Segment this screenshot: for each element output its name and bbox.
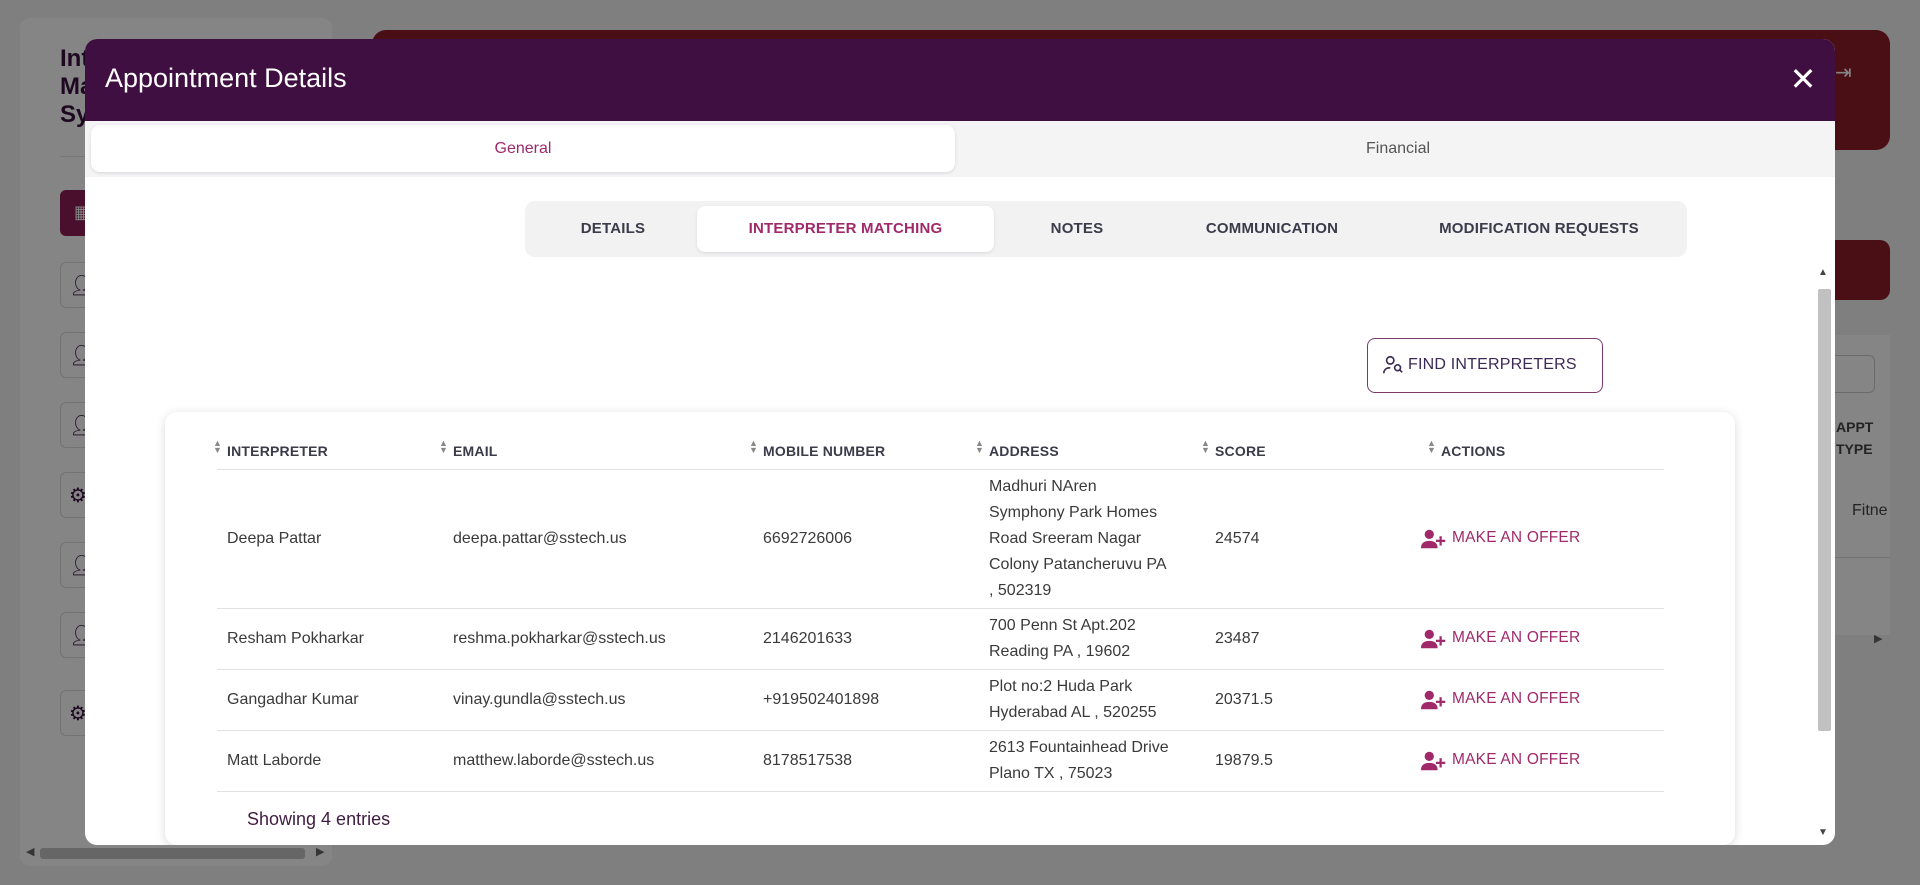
tab-financial[interactable]: Financial [965, 125, 1831, 172]
sort-icon: ▲ ▼ [975, 438, 985, 455]
column-header-address[interactable]: ▲ ▼ ADDRESS [975, 439, 1059, 460]
tab-details[interactable]: DETAILS [530, 206, 696, 252]
modal-header: Appointment Details ✕ [85, 39, 1835, 121]
interpreter-address: 700 Penn St Apt.202 Reading PA , 19602 [989, 617, 1136, 660]
appointment-details-modal: Appointment Details ✕ General Financial … [85, 39, 1835, 845]
modal-title: Appointment Details [105, 63, 347, 93]
find-interpreters-button[interactable]: FIND INTERPRETERS [1367, 338, 1603, 393]
interpreter-mobile: 2146201633 [763, 630, 852, 647]
interpreter-email: reshma.pokharkar@sstech.us [453, 630, 666, 647]
interpreter-email: vinay.gundla@sstech.us [453, 691, 626, 708]
modal-content-scrollbar[interactable]: ▲ ▼ [1814, 267, 1832, 845]
segment-tabs: General Financial [85, 121, 1835, 177]
interpreter-address: Plot no:2 Huda Park Hyderabad AL , 52025… [989, 678, 1157, 721]
row-divider [217, 791, 1664, 792]
sort-icon: ▲ ▼ [1201, 438, 1211, 455]
column-header-mobile-number[interactable]: ▲ ▼ MOBILE NUMBER [749, 439, 885, 460]
interpreter-mobile: 6692726006 [763, 530, 852, 547]
interpreter-table: ▲ ▼ INTERPRETER ▲ ▼ EMAIL ▲ ▼ MOBILE NUMBER ▲ ▼… [165, 412, 1735, 845]
interpreter-score: 19879.5 [1215, 752, 1273, 769]
interpreter-score: 23487 [1215, 630, 1260, 647]
column-header-interpreter[interactable]: ▲ ▼ INTERPRETER [213, 439, 328, 460]
interpreter-score: 20371.5 [1215, 691, 1273, 708]
interpreter-mobile: 8178517538 [763, 752, 852, 769]
user-plus-icon [1420, 529, 1446, 549]
table-entries-summary: Showing 4 entries [247, 809, 391, 829]
sort-icon: ▲ ▼ [213, 438, 223, 455]
table-row: Deepa Pattar deepa.pattar@sstech.us 6692… [217, 470, 1664, 609]
close-icon[interactable]: ✕ [1785, 59, 1821, 99]
user-search-icon [1383, 355, 1403, 374]
table-row: Gangadhar Kumar vinay.gundla@sstech.us +… [217, 670, 1664, 731]
interpreter-score: 24574 [1215, 530, 1260, 547]
tab-modification-requests[interactable]: MODIFICATION REQUESTS [1395, 206, 1683, 252]
sort-icon: ▲ ▼ [439, 438, 449, 455]
table-row: Resham Pokharkar reshma.pokharkar@sstech… [217, 609, 1664, 670]
scroll-down-icon[interactable]: ▼ [1818, 827, 1828, 838]
interpreter-email: matthew.laborde@sstech.us [453, 752, 655, 769]
interpreter-name: Gangadhar Kumar [227, 691, 359, 708]
tab-interpreter-matching[interactable]: INTERPRETER MATCHING [697, 206, 994, 252]
interpreter-address: 2613 Fountainhead Drive Plano TX , 75023 [989, 739, 1169, 782]
column-header-actions[interactable]: ▲ ▼ ACTIONS [1427, 439, 1505, 460]
user-plus-icon [1420, 629, 1446, 649]
interpreter-name: Resham Pokharkar [227, 630, 364, 647]
interpreter-mobile: +919502401898 [763, 691, 880, 708]
subtabs: DETAILS INTERPRETER MATCHING NOTES COMMU… [525, 201, 1687, 257]
interpreter-name: Matt Laborde [227, 752, 322, 769]
tab-communication[interactable]: COMMUNICATION [1155, 206, 1389, 252]
tab-notes[interactable]: NOTES [1001, 206, 1153, 252]
interpreter-name: Deepa Pattar [227, 530, 322, 547]
tab-general[interactable]: General [91, 125, 955, 172]
table-row: Matt Laborde matthew.laborde@sstech.us 8… [217, 731, 1664, 792]
sort-icon: ▲ ▼ [1427, 438, 1437, 455]
column-header-score[interactable]: ▲ ▼ SCORE [1201, 439, 1266, 460]
interpreter-address: Madhuri NAren Symphony Park Homes Road S… [989, 478, 1167, 599]
scroll-up-icon[interactable]: ▲ [1818, 267, 1828, 278]
sort-icon: ▲ ▼ [749, 438, 759, 455]
interpreter-email: deepa.pattar@sstech.us [453, 530, 627, 547]
user-plus-icon [1420, 690, 1446, 710]
scrollbar-thumb[interactable] [1818, 289, 1831, 731]
user-plus-icon [1420, 751, 1446, 771]
find-interpreters-label: FIND INTERPRETERS [1408, 356, 1577, 373]
column-header-email[interactable]: ▲ ▼ EMAIL [439, 439, 498, 460]
